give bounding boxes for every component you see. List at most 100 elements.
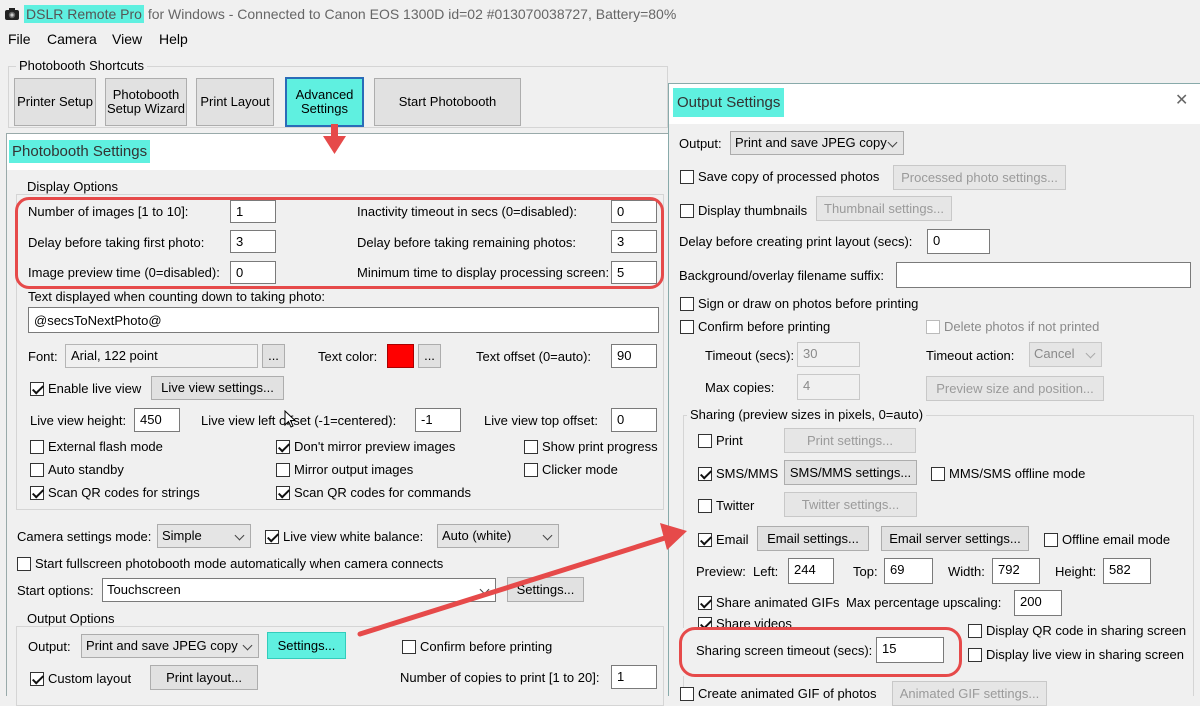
output-settings-button[interactable]: Settings... [267,632,346,659]
gif-settings-button[interactable]: Animated GIF settings... [892,681,1047,706]
share-twitter-checkbox[interactable]: Twitter [698,498,754,513]
custom-layout-checkbox[interactable]: Custom layout [30,671,131,686]
menu-camera[interactable]: Camera [47,32,97,47]
display-qr-checkbox[interactable]: Display QR code in sharing screen [968,623,1186,638]
lv-top-input[interactable]: 0 [611,408,657,432]
show-print-progress-checkbox[interactable]: Show print progress [524,439,658,454]
processed-settings-button[interactable]: Processed photo settings... [893,165,1066,190]
advanced-settings-button[interactable]: Advanced Settings [285,77,364,127]
dont-mirror-checkbox[interactable]: Don't mirror preview images [276,439,455,454]
lv-white-balance-box [265,529,279,544]
display-live-view-checkbox[interactable]: Display live view in sharing screen [968,647,1184,662]
share-print-label: Print [716,433,743,448]
display-thumbnails-box [680,203,694,218]
text-color-swatch[interactable] [387,344,414,368]
save-copy-checkbox[interactable]: Save copy of processed photos [680,169,879,184]
timeout-action-chevron-down-icon [1086,347,1096,359]
app-icon [4,6,20,22]
countdown-text-input[interactable]: @secsToNextPhoto@ [28,307,659,333]
email-settings-button[interactable]: Email settings... [757,526,869,551]
start-options-settings-button[interactable]: Settings... [507,577,584,602]
camera-mode-select[interactable]: Simple [157,524,251,548]
timeout-input[interactable]: 30 [797,342,860,367]
thumbnail-settings-button[interactable]: Thumbnail settings... [816,196,952,221]
share-email-checkbox[interactable]: Email [698,532,749,547]
menu-help[interactable]: Help [159,32,188,47]
preview-size-button[interactable]: Preview size and position... [926,376,1104,401]
external-flash-box [30,439,44,454]
delete-not-printed-checkbox[interactable]: Delete photos if not printed [926,319,1099,334]
enable-live-view-checkbox[interactable]: Enable live view [30,381,141,396]
mirror-output-label: Mirror output images [294,462,414,477]
start-fullscreen-label: Start fullscreen photobooth mode automat… [35,556,444,571]
share-gifs-checkbox[interactable]: Share animated GIFs [698,595,840,610]
printer-setup-button[interactable]: Printer Setup [14,78,96,126]
clicker-mode-checkbox[interactable]: Clicker mode [524,462,618,477]
lv-white-balance-checkbox[interactable]: Live view white balance: [265,529,423,544]
share-print-checkbox[interactable]: Print [698,433,743,448]
start-options-select[interactable]: Touchscreen [102,578,496,602]
sms-offline-checkbox[interactable]: MMS/SMS offline mode [931,466,1085,481]
lv-left-input[interactable]: -1 [415,408,461,432]
max-upscale-input[interactable]: 200 [1014,590,1062,616]
os-confirm-printing-checkbox[interactable]: Confirm before printing [680,319,830,334]
os-output-chevron-down-icon [888,136,898,148]
timeout-action-select[interactable]: Cancel [1029,342,1102,367]
output-select[interactable]: Print and save JPEG copy [81,634,259,658]
os-output-label: Output: [679,136,722,151]
preview-width-label: Width: [948,564,985,579]
copies-label: Number of copies to print [1 to 20]: [400,670,600,685]
print-settings-button[interactable]: Print settings... [784,428,916,453]
text-color-picker-button[interactable]: ... [418,344,441,368]
email-server-settings-button[interactable]: Email server settings... [881,526,1029,551]
setup-wizard-button[interactable]: Photobooth Setup Wizard [105,78,187,126]
max-copies-input[interactable]: 4 [797,374,860,400]
delay-layout-input[interactable]: 0 [927,229,990,254]
font-picker-button[interactable]: ... [262,344,285,368]
scan-qr-commands-checkbox[interactable]: Scan QR codes for commands [276,485,471,500]
offline-email-label: Offline email mode [1062,532,1171,547]
font-label: Font: [28,349,58,364]
preview-height-input[interactable]: 582 [1103,558,1151,584]
display-thumbnails-checkbox[interactable]: Display thumbnails [680,203,807,218]
wizard-label-2: Setup Wizard [106,101,186,116]
bg-suffix-input[interactable] [896,262,1191,288]
live-view-settings-button[interactable]: Live view settings... [151,376,284,400]
print-layout-shortcut-button[interactable]: Print Layout [196,78,274,126]
mirror-output-checkbox[interactable]: Mirror output images [276,462,413,477]
close-icon[interactable]: ✕ [1175,93,1188,109]
menu-view[interactable]: View [112,32,142,47]
share-sms-checkbox[interactable]: SMS/MMS [698,466,778,481]
os-output-select[interactable]: Print and save JPEG copy [730,131,904,155]
camera-mode-label: Camera settings mode: [17,529,152,544]
scan-qr-strings-checkbox[interactable]: Scan QR codes for strings [30,485,200,500]
sms-settings-button[interactable]: SMS/MMS settings... [784,460,917,485]
save-copy-box [680,169,694,184]
copies-input[interactable]: 1 [611,665,657,689]
timeout-action-value: Cancel [1034,346,1075,361]
twitter-settings-button[interactable]: Twitter settings... [784,492,917,517]
create-gif-checkbox[interactable]: Create animated GIF of photos [680,686,876,701]
lv-height-input[interactable]: 450 [134,408,180,432]
offline-email-checkbox[interactable]: Offline email mode [1044,532,1170,547]
start-photobooth-button[interactable]: Start Photobooth [374,78,521,126]
external-flash-checkbox[interactable]: External flash mode [30,439,163,454]
confirm-printing-checkbox[interactable]: Confirm before printing [402,639,552,654]
preview-width-input[interactable]: 792 [992,558,1040,584]
max-copies-label: Max copies: [705,380,775,395]
preview-top-input[interactable]: 69 [884,558,933,584]
preview-left-input[interactable]: 244 [788,558,834,584]
menu-file[interactable]: File [8,32,31,47]
camera-mode-value: Simple [162,528,202,543]
preview-height-label: Height: [1055,564,1097,579]
os-confirm-printing-box [680,319,694,334]
print-layout-button[interactable]: Print layout... [150,665,258,690]
auto-standby-checkbox[interactable]: Auto standby [30,462,124,477]
text-offset-input[interactable]: 90 [611,344,657,368]
start-fullscreen-checkbox[interactable]: Start fullscreen photobooth mode automat… [17,556,443,571]
scan-qr-strings-label: Scan QR codes for strings [48,485,200,500]
enable-live-view-label: Enable live view [48,381,142,396]
sms-offline-box [931,466,945,481]
sign-draw-checkbox[interactable]: Sign or draw on photos before printing [680,296,918,311]
white-balance-select[interactable]: Auto (white) [437,524,559,548]
